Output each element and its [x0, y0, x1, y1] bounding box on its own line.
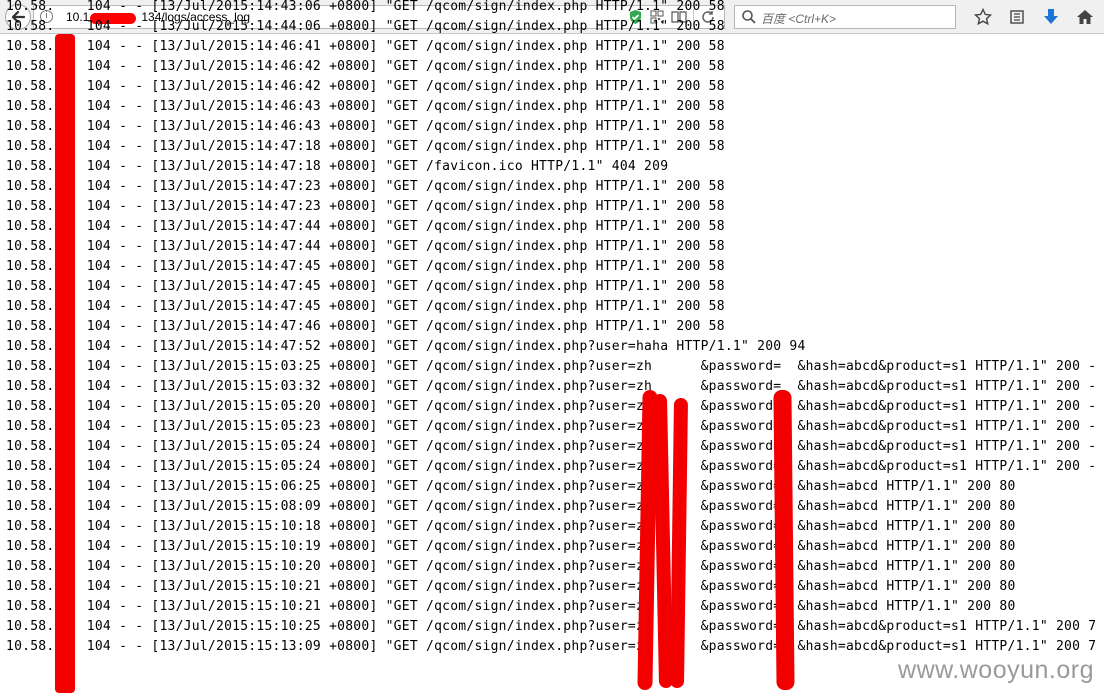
log-line: 10.58. 104 - - [13/Jul/2015:14:47:45 +08… [6, 259, 725, 274]
log-line: 10.58. 104 - - [13/Jul/2015:14:47:44 +08… [6, 219, 725, 234]
log-line: 10.58. 104 - - [13/Jul/2015:15:03:25 +08… [6, 359, 1097, 374]
access-log-content: 10.58. 104 - - [13/Jul/2015:14:43:06 +08… [6, 0, 1096, 657]
log-line: 10.58. 104 - - [13/Jul/2015:14:47:18 +08… [6, 139, 725, 154]
log-line: 10.58. 104 - - [13/Jul/2015:14:46:43 +08… [6, 99, 725, 114]
log-line: 10.58. 104 - - [13/Jul/2015:14:44:06 +08… [6, 19, 725, 34]
log-line: 10.58. 104 - - [13/Jul/2015:15:06:25 +08… [6, 479, 1016, 494]
log-line: 10.58. 104 - - [13/Jul/2015:15:10:18 +08… [6, 519, 1016, 534]
log-line: 10.58. 104 - - [13/Jul/2015:14:46:43 +08… [6, 119, 725, 134]
log-line: 10.58. 104 - - [13/Jul/2015:14:47:46 +08… [6, 319, 725, 334]
log-line: 10.58. 104 - - [13/Jul/2015:15:05:23 +08… [6, 419, 1097, 434]
password-redaction-stroke [773, 389, 795, 691]
log-line: 10.58. 104 - - [13/Jul/2015:14:47:45 +08… [6, 299, 725, 314]
log-line: 10.58. 104 - - [13/Jul/2015:14:47:52 +08… [6, 339, 806, 354]
log-line: 10.58. 104 - - [13/Jul/2015:14:47:18 +08… [6, 159, 669, 174]
log-line: 10.58. 104 - - [13/Jul/2015:15:03:32 +08… [6, 379, 1097, 394]
log-line: 10.58. 104 - - [13/Jul/2015:14:47:23 +08… [6, 179, 725, 194]
log-line: 10.58. 104 - - [13/Jul/2015:15:05:20 +08… [6, 399, 1097, 414]
log-line: 10.58. 104 - - [13/Jul/2015:15:10:21 +08… [6, 579, 1016, 594]
log-line: 10.58. 104 - - [13/Jul/2015:15:13:09 +08… [6, 639, 1097, 654]
log-line: 10.58. 104 - - [13/Jul/2015:14:46:41 +08… [6, 39, 725, 54]
log-line: 10.58. 104 - - [13/Jul/2015:15:05:24 +08… [6, 459, 1097, 474]
log-line: 10.58. 104 - - [13/Jul/2015:14:46:42 +08… [6, 59, 725, 74]
watermark: www.wooyun.org [898, 656, 1094, 684]
log-line: 10.58. 104 - - [13/Jul/2015:15:10:20 +08… [6, 559, 1016, 574]
log-line: 10.58. 104 - - [13/Jul/2015:15:05:24 +08… [6, 439, 1097, 454]
log-line: 10.58. 104 - - [13/Jul/2015:15:10:25 +08… [6, 619, 1097, 634]
log-line: 10.58. 104 - - [13/Jul/2015:14:46:42 +08… [6, 79, 725, 94]
log-line: 10.58. 104 - - [13/Jul/2015:15:10:21 +08… [6, 599, 1016, 614]
log-line: 10.58. 104 - - [13/Jul/2015:14:47:23 +08… [6, 199, 725, 214]
log-line: 10.58. 104 - - [13/Jul/2015:15:10:19 +08… [6, 539, 1016, 554]
log-line: 10.58. 104 - - [13/Jul/2015:14:43:06 +08… [6, 0, 725, 14]
ip-redaction-stroke [55, 34, 75, 693]
log-line: 10.58. 104 - - [13/Jul/2015:14:47:45 +08… [6, 279, 725, 294]
log-line: 10.58. 104 - - [13/Jul/2015:14:47:44 +08… [6, 239, 725, 254]
log-line: 10.58. 104 - - [13/Jul/2015:15:08:09 +08… [6, 499, 1016, 514]
